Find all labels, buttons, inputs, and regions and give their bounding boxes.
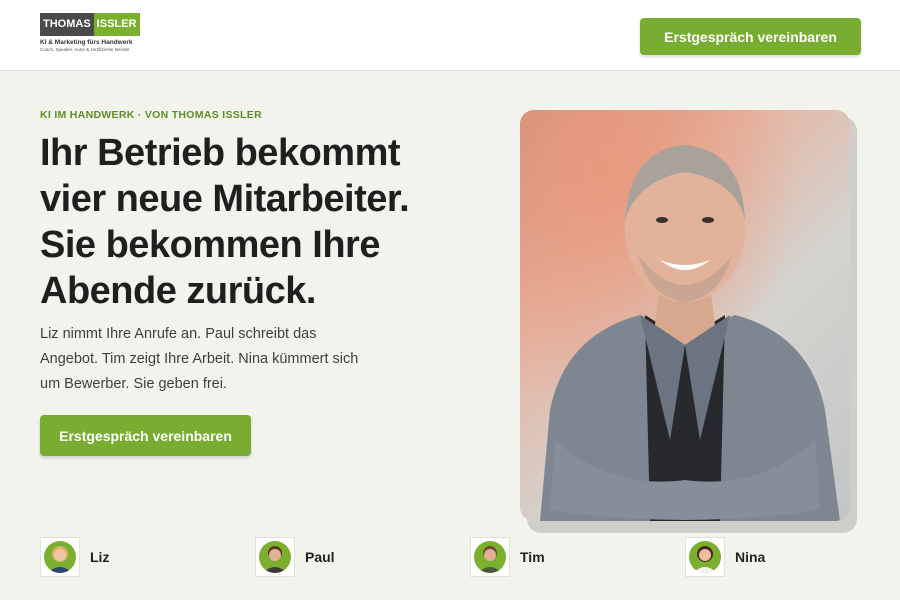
avatar	[470, 537, 510, 577]
team-member-tim[interactable]: Tim	[470, 537, 545, 577]
portrait-illustration	[520, 110, 850, 521]
hero-cta-button[interactable]: Erstgespräch vereinbaren	[40, 415, 251, 456]
avatar	[40, 537, 80, 577]
site-header: THOMAS ISSLER KI & Marketing fürs Handwe…	[0, 0, 900, 71]
portrait-photo	[520, 110, 850, 521]
avatar-nina	[689, 541, 721, 573]
avatar	[255, 537, 295, 577]
team-member-name: Paul	[305, 549, 335, 565]
logo-name-last: ISSLER	[93, 13, 141, 36]
logo-tagline: KI & Marketing fürs Handwerk	[40, 39, 133, 46]
hero-eyebrow: KI IM HANDWERK · VON THOMAS ISSLER	[40, 109, 262, 121]
header-cta-button[interactable]: Erstgespräch vereinbaren	[640, 18, 861, 55]
team-member-name: Liz	[90, 549, 110, 565]
brand-logo[interactable]: THOMAS ISSLER KI & Marketing fürs Handwe…	[40, 13, 160, 52]
team-member-nina[interactable]: Nina	[685, 537, 765, 577]
logo-subline: Coach, Speaker, Autor & zertifizierter B…	[40, 47, 130, 52]
avatar-paul	[259, 541, 291, 573]
hero-lead-text: Liz nimmt Ihre Anrufe an. Paul schreibt …	[40, 326, 359, 392]
logo-name-first: THOMAS	[40, 13, 94, 36]
avatar-liz	[44, 541, 76, 573]
team-member-paul[interactable]: Paul	[255, 537, 335, 577]
hero-headline: Ihr Betrieb bekommt vier neue Mitarbeite…	[40, 132, 410, 312]
avatar-tim	[474, 541, 506, 573]
avatar	[685, 537, 725, 577]
team-member-name: Nina	[735, 549, 766, 565]
team-member-liz[interactable]: Liz	[40, 537, 109, 577]
team-member-name: Tim	[520, 549, 545, 565]
